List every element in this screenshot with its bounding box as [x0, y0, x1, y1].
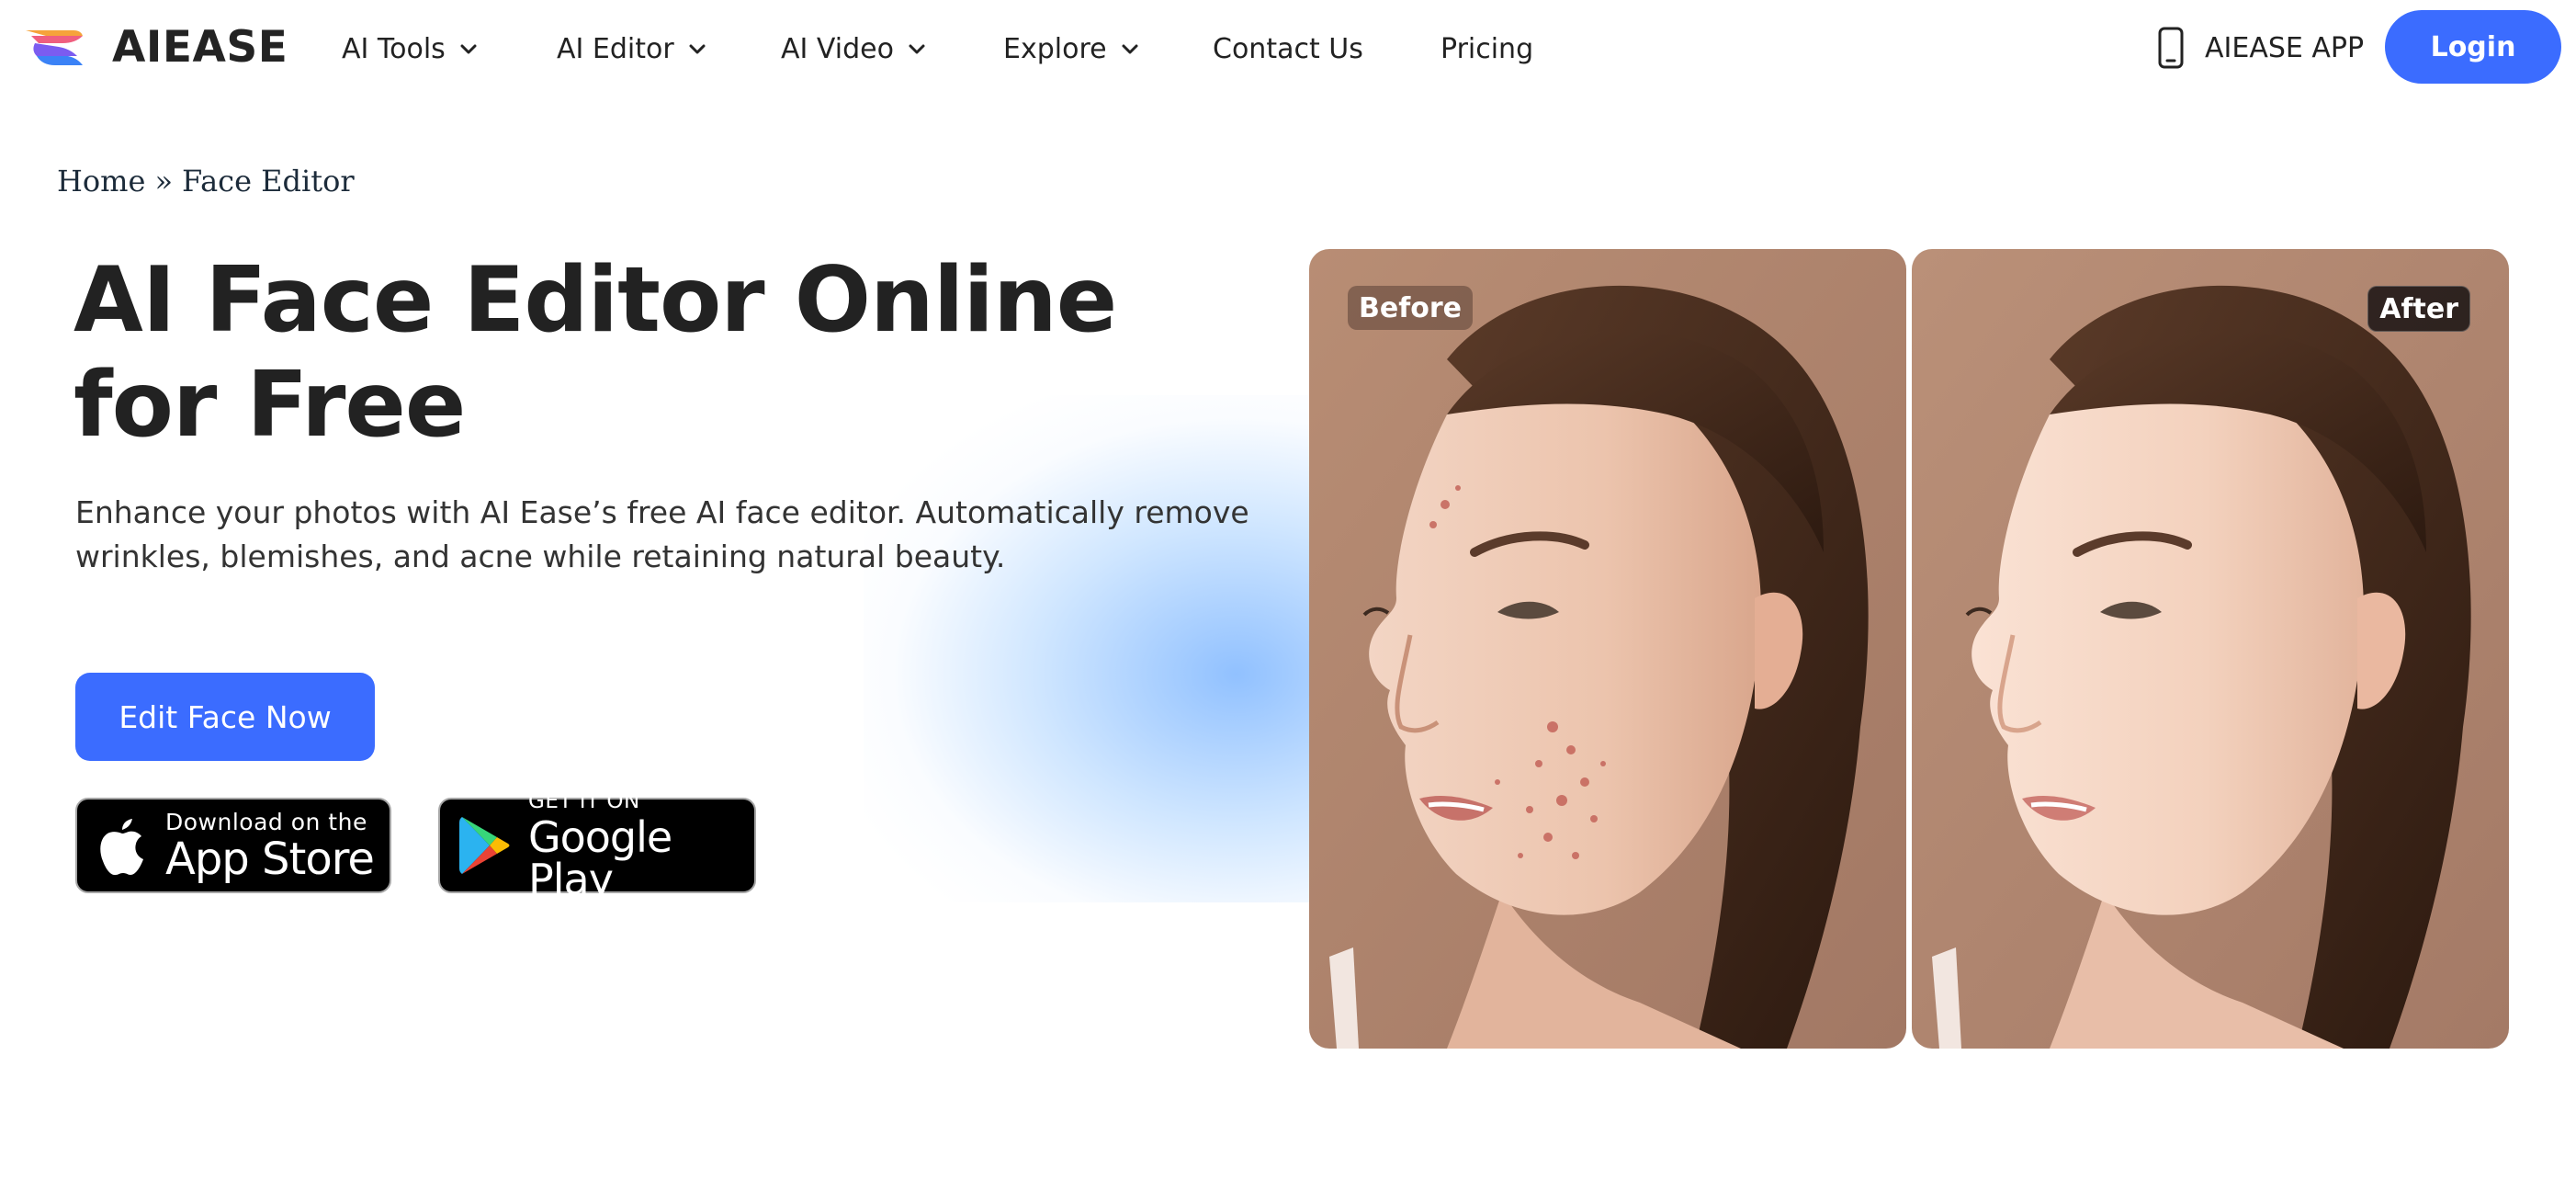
nav-ai-video[interactable]: AI Video — [781, 28, 927, 70]
logo-text: AIEASE — [112, 21, 288, 73]
app-store-badge[interactable]: Download on the App Store — [75, 798, 391, 893]
edit-face-now-button[interactable]: Edit Face Now — [75, 673, 375, 761]
phone-icon — [2158, 27, 2184, 69]
chevron-down-icon — [909, 44, 925, 54]
after-photo: After — [1912, 249, 2509, 1049]
aiease-app-link[interactable]: AIEASE APP — [2157, 24, 2364, 72]
breadcrumb-separator: » — [154, 164, 174, 198]
google-play-big-text: Google Play — [528, 811, 672, 904]
google-play-icon — [459, 817, 510, 874]
decorative-glow — [864, 395, 1341, 902]
breadcrumb-home-link[interactable]: Home — [57, 164, 145, 198]
hero-description: Enhance your photos with AI Ease’s free … — [75, 494, 1249, 574]
google-play-badge[interactable]: GET IT ON Google Play — [438, 790, 756, 901]
nav-ai-tools[interactable]: AI Tools — [342, 28, 479, 70]
after-face-image — [1912, 249, 2509, 1049]
before-label: Before — [1348, 286, 1474, 330]
nav-contact-us[interactable]: Contact Us — [1213, 28, 1363, 70]
nav-pricing[interactable]: Pricing — [1441, 28, 1533, 70]
after-label: After — [2367, 286, 2470, 332]
nav-label: Pricing — [1441, 32, 1534, 65]
nav-label: AI Video — [781, 32, 894, 65]
app-link-label: AIEASE APP — [2205, 31, 2365, 64]
google-play-small-text: GET IT ON — [528, 788, 640, 813]
chevron-down-icon — [689, 44, 706, 54]
nav-label: Contact Us — [1213, 32, 1363, 65]
page-title: AI Face Editor Online for Free — [73, 248, 1117, 458]
app-store-badge-text: Download on the App Store — [165, 808, 375, 885]
chevron-down-icon — [460, 44, 477, 54]
google-play-badge-text: GET IT ON Google Play — [528, 788, 754, 904]
breadcrumb-current: Face Editor — [182, 164, 355, 198]
nav-label: Explore — [1003, 32, 1107, 65]
nav-ai-editor[interactable]: AI Editor — [557, 28, 707, 70]
apple-icon — [100, 819, 143, 876]
chevron-down-icon — [1122, 44, 1138, 54]
before-after-comparison: Before After — [1309, 249, 2509, 1049]
nav-label: AI Editor — [557, 32, 674, 65]
app-store-big-text: App Store — [165, 833, 375, 885]
nav-explore[interactable]: Explore — [1003, 28, 1140, 70]
before-face-image — [1309, 249, 1906, 1049]
login-button[interactable]: Login — [2385, 10, 2561, 84]
breadcrumb: Home » Face Editor — [57, 164, 355, 198]
site-header: AIEASE AI Tools AI Editor AI Video Explo… — [0, 0, 2576, 96]
logo[interactable]: AIEASE — [22, 20, 288, 74]
before-photo: Before — [1309, 249, 1906, 1049]
nav-label: AI Tools — [342, 32, 446, 65]
app-store-small-text: Download on the — [165, 808, 367, 835]
aiease-logo-icon — [26, 30, 83, 65]
